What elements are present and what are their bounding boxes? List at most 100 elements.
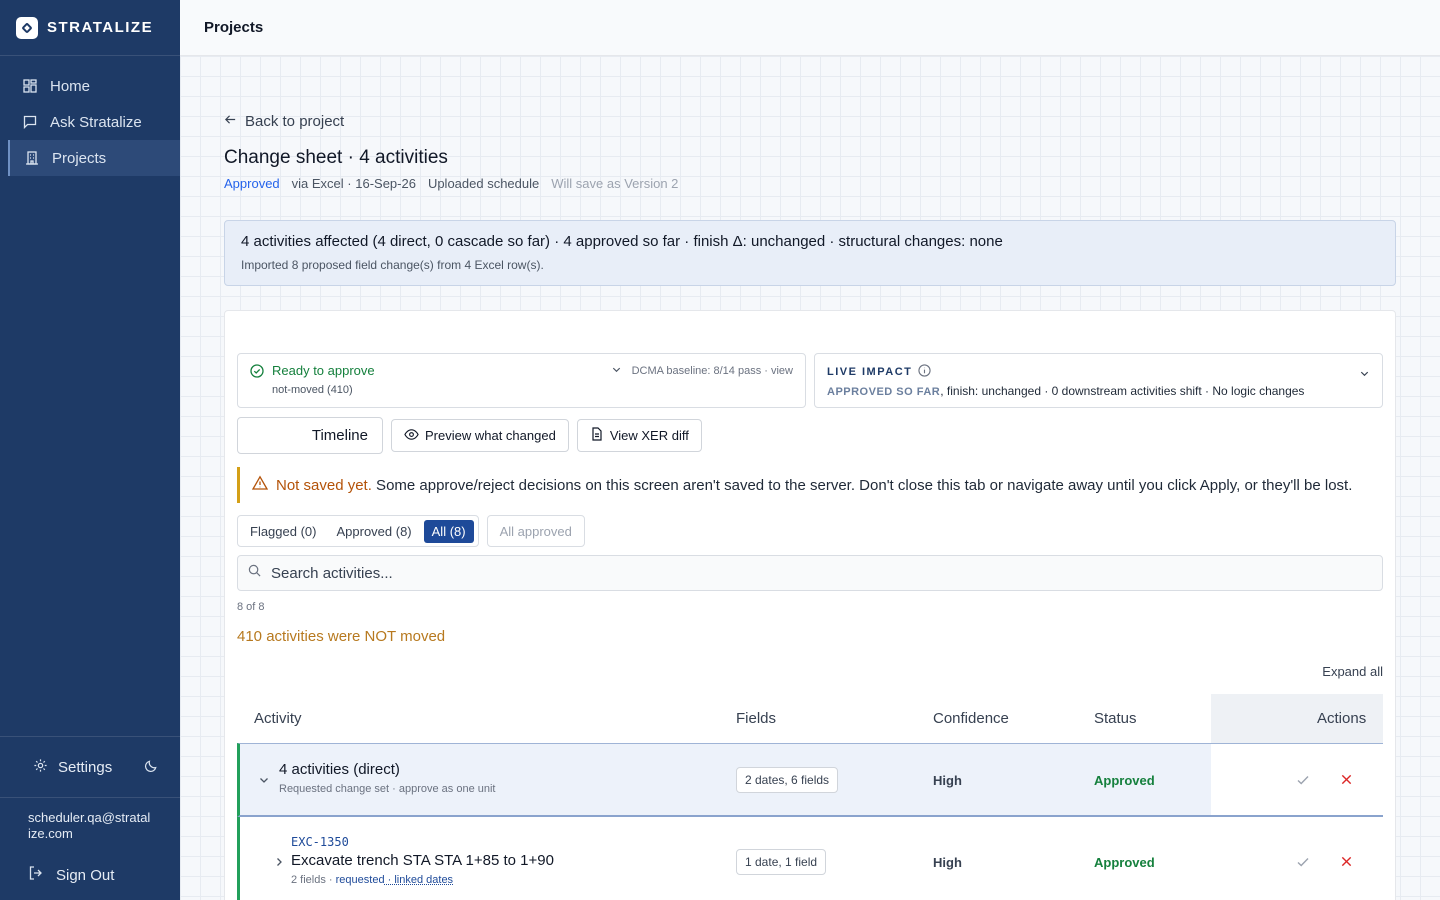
tab-flagged[interactable]: Flagged (0) <box>242 520 324 543</box>
summary-banner: 4 activities affected (4 direct, 0 casca… <box>224 220 1396 286</box>
activity-subtitle: 2 fields · requested · linked dates <box>291 874 554 886</box>
view-xer-diff-button[interactable]: View XER diff <box>576 419 702 452</box>
sidebar-item-label: Projects <box>52 149 107 167</box>
sidebar-footer: Settings scheduler.qa@stratalize.com Sig… <box>0 736 180 900</box>
child-status: Approved <box>1094 855 1155 870</box>
summary-line: 4 activities affected (4 direct, 0 casca… <box>241 233 1003 250</box>
table-row[interactable]: EXC-1350 Excavate trench STA STA 1+85 to… <box>237 817 1383 900</box>
change-sheet-card: Ready to approve not-moved (410) DCMA ba… <box>224 310 1396 900</box>
summary-detail: Imported 8 proposed field change(s) from… <box>241 258 544 272</box>
brand-name: STRATALIZE <box>47 19 154 36</box>
sign-out-label: Sign Out <box>56 866 115 884</box>
approve-check-icon[interactable] <box>1296 773 1310 792</box>
main-content: Back to project Change sheet · 4 activit… <box>180 56 1440 900</box>
live-impact-text: APPROVED SO FAR, finish: unchanged · 0 d… <box>827 384 1304 398</box>
activity-title: Excavate trench STA STA 1+85 to 1+90 <box>291 852 554 869</box>
page-title: Change sheet · 4 activities <box>224 147 448 168</box>
filter-tabs: Flagged (0) Approved (8) All (8) All app… <box>237 515 585 547</box>
group-subtitle: Requested change set · approve as one un… <box>279 783 496 795</box>
expand-all-button[interactable]: Expand all <box>1322 664 1383 679</box>
sidebar-item-label: Ask Stratalize <box>50 113 142 131</box>
live-impact-panel[interactable]: LIVE IMPACT APPROVED SO FAR, finish: unc… <box>814 353 1383 408</box>
requested-link[interactable]: requested <box>336 874 385 886</box>
info-icon[interactable] <box>918 364 931 380</box>
tab-all[interactable]: All (8) <box>423 519 474 543</box>
live-impact-label: LIVE IMPACT <box>827 366 913 378</box>
chevron-down-icon <box>611 364 622 378</box>
reject-x-icon[interactable] <box>1340 773 1353 791</box>
warning-icon <box>251 475 269 495</box>
back-to-project-link[interactable]: Back to project <box>224 113 344 130</box>
settings-label: Settings <box>58 758 113 776</box>
tab-approved[interactable]: Approved (8) <box>328 520 419 543</box>
chat-icon <box>22 115 37 130</box>
preview-label: Preview what changed <box>425 428 556 443</box>
group-fields-cell: 2 dates, 6 fields <box>736 767 839 793</box>
group-confidence: High <box>933 773 962 788</box>
child-actions-cell <box>1211 817 1383 900</box>
version-info: Will save as Version 2 <box>551 176 679 191</box>
brand[interactable]: STRATALIZE <box>0 0 180 56</box>
impact-prefix: APPROVED SO FAR <box>827 386 941 398</box>
not-moved-notice[interactable]: 410 activities were NOT moved <box>237 628 445 645</box>
child-activity-cell: EXC-1350 Excavate trench STA STA 1+85 to… <box>291 835 554 886</box>
header-confidence: Confidence <box>933 710 1009 727</box>
result-count: 8 of 8 <box>237 601 265 613</box>
table-header: Activity Fields Confidence Status Action… <box>225 694 1383 743</box>
sidebar: STRATALIZE Home Ask Stratalize Projects <box>0 0 180 900</box>
linked-dates-link[interactable]: · linked dates <box>385 874 453 886</box>
logo-icon <box>16 16 38 39</box>
header-actions: Actions <box>1317 710 1367 727</box>
sub-prefix: 2 fields · <box>291 874 336 886</box>
header-activity: Activity <box>254 710 302 727</box>
warning-text: Not saved yet. Some approve/reject decis… <box>276 477 1352 494</box>
child-fields-cell: 1 date, 1 field <box>736 849 827 875</box>
gear-icon <box>33 758 48 777</box>
chevron-down-icon[interactable] <box>258 773 270 791</box>
group-actions-cell <box>1211 744 1383 815</box>
fields-pill: 1 date, 1 field <box>736 849 827 875</box>
preview-changes-button[interactable]: Preview what changed <box>391 419 569 452</box>
sign-out-icon <box>28 865 44 885</box>
group-title: 4 activities (direct) <box>279 761 400 778</box>
uploaded-info: Uploaded schedule <box>427 176 540 191</box>
back-label: Back to project <box>245 113 345 130</box>
page-meta: Approved via Excel · 16-Sep-26 Uploaded … <box>224 176 678 191</box>
arrow-left-icon <box>224 113 237 130</box>
activity-code[interactable]: EXC-1350 <box>291 835 554 849</box>
xer-label: View XER diff <box>609 428 689 443</box>
sidebar-item-home[interactable]: Home <box>0 68 180 104</box>
header-fields: Fields <box>736 710 777 727</box>
search-bar <box>237 555 1383 591</box>
check-circle-icon <box>250 364 264 383</box>
reject-x-icon[interactable] <box>1340 855 1353 873</box>
search-input[interactable] <box>271 564 1271 582</box>
topbar: Projects <box>180 0 1440 56</box>
moon-icon[interactable] <box>144 758 159 777</box>
file-icon <box>590 427 604 444</box>
timeline-button[interactable]: Timeline <box>237 417 383 454</box>
eye-icon <box>404 427 419 445</box>
settings-button[interactable]: Settings <box>0 736 180 798</box>
impact-detail: , finish: unchanged · 0 downstream activ… <box>940 384 1305 398</box>
chevron-right-icon[interactable] <box>273 855 285 873</box>
source-info: via Excel · 16-Sep-26 <box>291 176 416 191</box>
view-buttons: Timeline Preview what changed View XER d… <box>237 417 702 454</box>
ready-panel[interactable]: Ready to approve not-moved (410) DCMA ba… <box>237 353 806 408</box>
tab-group: Flagged (0) Approved (8) All (8) <box>237 515 479 547</box>
approve-check-icon[interactable] <box>1296 855 1310 874</box>
dcma-info[interactable]: DCMA baseline: 8/14 pass · view <box>611 364 793 378</box>
sign-out-button[interactable]: Sign Out <box>0 850 180 900</box>
sidebar-item-label: Home <box>50 77 91 95</box>
warning-body: Some approve/reject decisions on this sc… <box>371 476 1353 494</box>
sidebar-item-ask[interactable]: Ask Stratalize <box>0 104 180 140</box>
sidebar-item-projects[interactable]: Projects <box>8 140 180 176</box>
group-activity-cell: 4 activities (direct) Requested change s… <box>279 761 495 795</box>
table-row-group[interactable]: 4 activities (direct) Requested change s… <box>237 743 1383 817</box>
user-email: scheduler.qa@stratalize.com <box>28 810 151 841</box>
ready-title: Ready to approve <box>272 363 375 378</box>
unsaved-warning: Not saved yet. Some approve/reject decis… <box>237 467 1383 503</box>
chevron-down-icon[interactable] <box>1359 366 1370 384</box>
all-approved-button[interactable]: All approved <box>486 515 585 547</box>
page-header-title: Projects <box>204 19 264 36</box>
